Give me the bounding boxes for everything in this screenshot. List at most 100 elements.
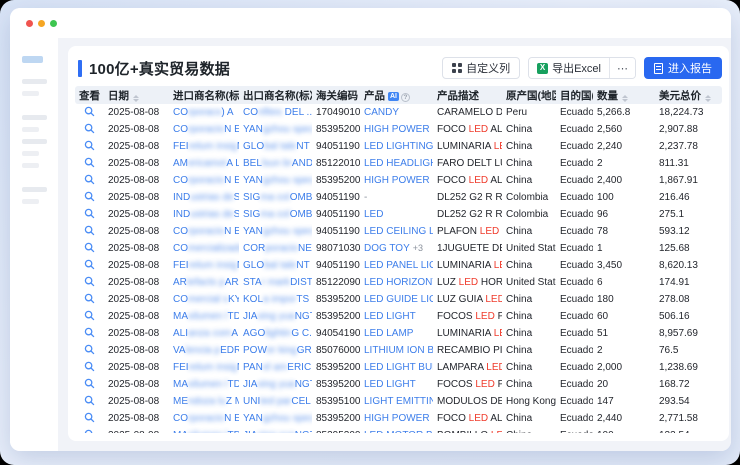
product-link[interactable]: LED HEADLIGHT [364, 158, 433, 169]
cell-importer[interactable]: ALIanza comA [169, 325, 239, 342]
customize-columns-button[interactable]: 自定义列 [442, 57, 520, 79]
sidebar-item-placeholder[interactable] [22, 91, 39, 96]
cell-exporter[interactable]: CORporacioNES... [239, 240, 312, 257]
cell-importer[interactable]: COmercializadoNES... [169, 240, 239, 257]
cell-importer[interactable]: COrporacioN E... [169, 410, 239, 427]
minimize-window-icon[interactable] [38, 20, 45, 27]
cell-importer[interactable]: MAxilumen lTDA [169, 376, 239, 393]
view-search-icon[interactable] [84, 310, 95, 321]
cell-importer[interactable]: MAxilumen lTDA [169, 427, 239, 433]
more-options-button[interactable]: ⋯ [609, 58, 635, 78]
view-search-icon[interactable] [84, 106, 95, 117]
sort-icon[interactable] [622, 95, 628, 102]
cell-exporter[interactable]: KOLa imporTS [239, 291, 312, 308]
cell-importer[interactable]: MAxilumen lTDA [169, 308, 239, 325]
cell-importer[interactable]: INDustrias deSIS... [169, 206, 239, 223]
cell-importer[interactable]: FEIrelum insigNIA ... [169, 257, 239, 274]
cell-exporter[interactable]: JIAxing yuaNGT... [239, 308, 312, 325]
product-link[interactable]: HIGH POWER LED F [364, 175, 433, 186]
product-link[interactable]: LIGHT EMITTIN [364, 396, 433, 407]
view-search-icon[interactable] [84, 327, 95, 338]
cell-exporter[interactable]: COnfites DEL ... [239, 104, 312, 121]
view-search-icon[interactable] [84, 395, 95, 406]
cell-exporter[interactable]: GLObal taleNT ... [239, 257, 312, 274]
view-search-icon[interactable] [84, 259, 95, 270]
view-search-icon[interactable] [84, 225, 95, 236]
zoom-window-icon[interactable] [50, 20, 57, 27]
cell-importer[interactable]: FEIrelum insigNIA ... [169, 359, 239, 376]
product-link[interactable]: LED LIGHT [364, 311, 416, 322]
col-quantity[interactable]: 数量 [593, 86, 655, 104]
cell-importer[interactable]: ARtefacts pARA... [169, 274, 239, 291]
cell-exporter[interactable]: STAr markDIST... [239, 274, 312, 291]
cell-importer[interactable]: VAlencia pEDR... [169, 342, 239, 359]
cell-exporter[interactable]: SIGma colOMB... [239, 189, 312, 206]
view-search-icon[interactable] [84, 191, 95, 202]
cell-exporter[interactable]: SIGma colOMB... [239, 206, 312, 223]
sidebar-item-placeholder[interactable] [22, 79, 47, 84]
cell-exporter[interactable]: YANgzhou specAL LI... [239, 121, 312, 138]
sidebar-item-placeholder[interactable] [22, 151, 39, 156]
view-search-icon[interactable] [84, 293, 95, 304]
view-search-icon[interactable] [84, 412, 95, 423]
view-search-icon[interactable] [84, 157, 95, 168]
view-search-icon[interactable] [84, 276, 95, 287]
col-importer[interactable]: 进口商名称(标准) [169, 86, 239, 104]
col-date[interactable]: 日期 [104, 86, 169, 104]
cell-importer[interactable]: COrporacioN E... [169, 223, 239, 240]
enter-report-button[interactable]: 进入报告 [644, 57, 722, 79]
cell-exporter[interactable]: JIAxing yuaNGT... [239, 427, 312, 433]
view-search-icon[interactable] [84, 344, 95, 355]
view-search-icon[interactable] [84, 123, 95, 134]
cell-importer[interactable]: COrporacioN E... [169, 121, 239, 138]
col-usd-total[interactable]: 美元总价 [655, 86, 722, 104]
view-search-icon[interactable] [84, 208, 95, 219]
cell-importer[interactable]: COrporacs) A [169, 104, 239, 121]
sort-icon[interactable] [705, 95, 711, 102]
col-exporter[interactable]: 出口商名称(标准) [239, 86, 312, 104]
cell-exporter[interactable]: BELlsun brAND... [239, 155, 312, 172]
sort-icon[interactable] [133, 95, 139, 102]
sidebar-item-placeholder[interactable] [22, 115, 47, 120]
sidebar-item-placeholder[interactable] [22, 127, 39, 132]
view-search-icon[interactable] [84, 174, 95, 185]
view-search-icon[interactable] [84, 378, 95, 389]
view-search-icon[interactable] [84, 429, 95, 434]
product-link[interactable]: LED LAMP [364, 328, 413, 339]
cell-importer[interactable]: COrporacioN E... [169, 172, 239, 189]
cell-exporter[interactable]: YANgzhou specAL LI... [239, 410, 312, 427]
product-link[interactable]: LED GUIDE LIGHT T [364, 294, 433, 305]
product-more-count[interactable]: +3 [413, 243, 423, 253]
product-link[interactable]: LED LIGHT [364, 379, 416, 390]
product-link[interactable]: LED MOTOR BULB [364, 430, 433, 433]
view-search-icon[interactable] [84, 242, 95, 253]
sidebar-item-placeholder[interactable] [22, 139, 47, 144]
product-link[interactable]: LED PANEL LIG [364, 260, 433, 271]
view-search-icon[interactable] [84, 361, 95, 372]
cell-importer[interactable]: MEndoza luZ M... [169, 393, 239, 410]
export-excel-button[interactable]: X 导出Excel [529, 58, 609, 78]
cell-exporter[interactable]: AGOlightinG C... [239, 325, 312, 342]
sidebar-item-placeholder[interactable] [22, 163, 39, 168]
close-window-icon[interactable] [26, 20, 33, 27]
product-link[interactable]: HIGH POWER LED F [364, 413, 433, 424]
cell-exporter[interactable]: UNIted parCEL ... [239, 393, 312, 410]
cell-importer[interactable]: COmercial sKYWI... [169, 291, 239, 308]
product-link[interactable]: LED LIGHT BULB [364, 362, 433, 373]
product-link[interactable]: LITHIUM ION BATTE [364, 345, 433, 356]
product-link[interactable]: CANDY [364, 107, 399, 118]
cell-importer[interactable]: AMericamotA LTDA [169, 155, 239, 172]
cell-exporter[interactable]: GLObal taleNT ... [239, 138, 312, 155]
cell-importer[interactable]: FEIrelum insigNIA ... [169, 138, 239, 155]
product-link[interactable]: LED [364, 209, 383, 220]
cell-importer[interactable]: INDustrias deSIS... [169, 189, 239, 206]
info-icon[interactable]: ? [401, 93, 410, 102]
view-search-icon[interactable] [84, 140, 95, 151]
product-link[interactable]: DOG TOY [364, 243, 410, 254]
cell-exporter[interactable]: YANgzhou specAL LI... [239, 223, 312, 240]
product-link[interactable]: HIGH POWER LED F [364, 124, 433, 135]
product-link[interactable]: LED HORIZONTAL L [364, 277, 433, 288]
cell-exporter[interactable]: JIAxing yuaNGT... [239, 376, 312, 393]
product-link[interactable]: LED LIGHTING [364, 141, 433, 152]
product-link[interactable]: LED CEILING LIGHT [364, 226, 433, 237]
